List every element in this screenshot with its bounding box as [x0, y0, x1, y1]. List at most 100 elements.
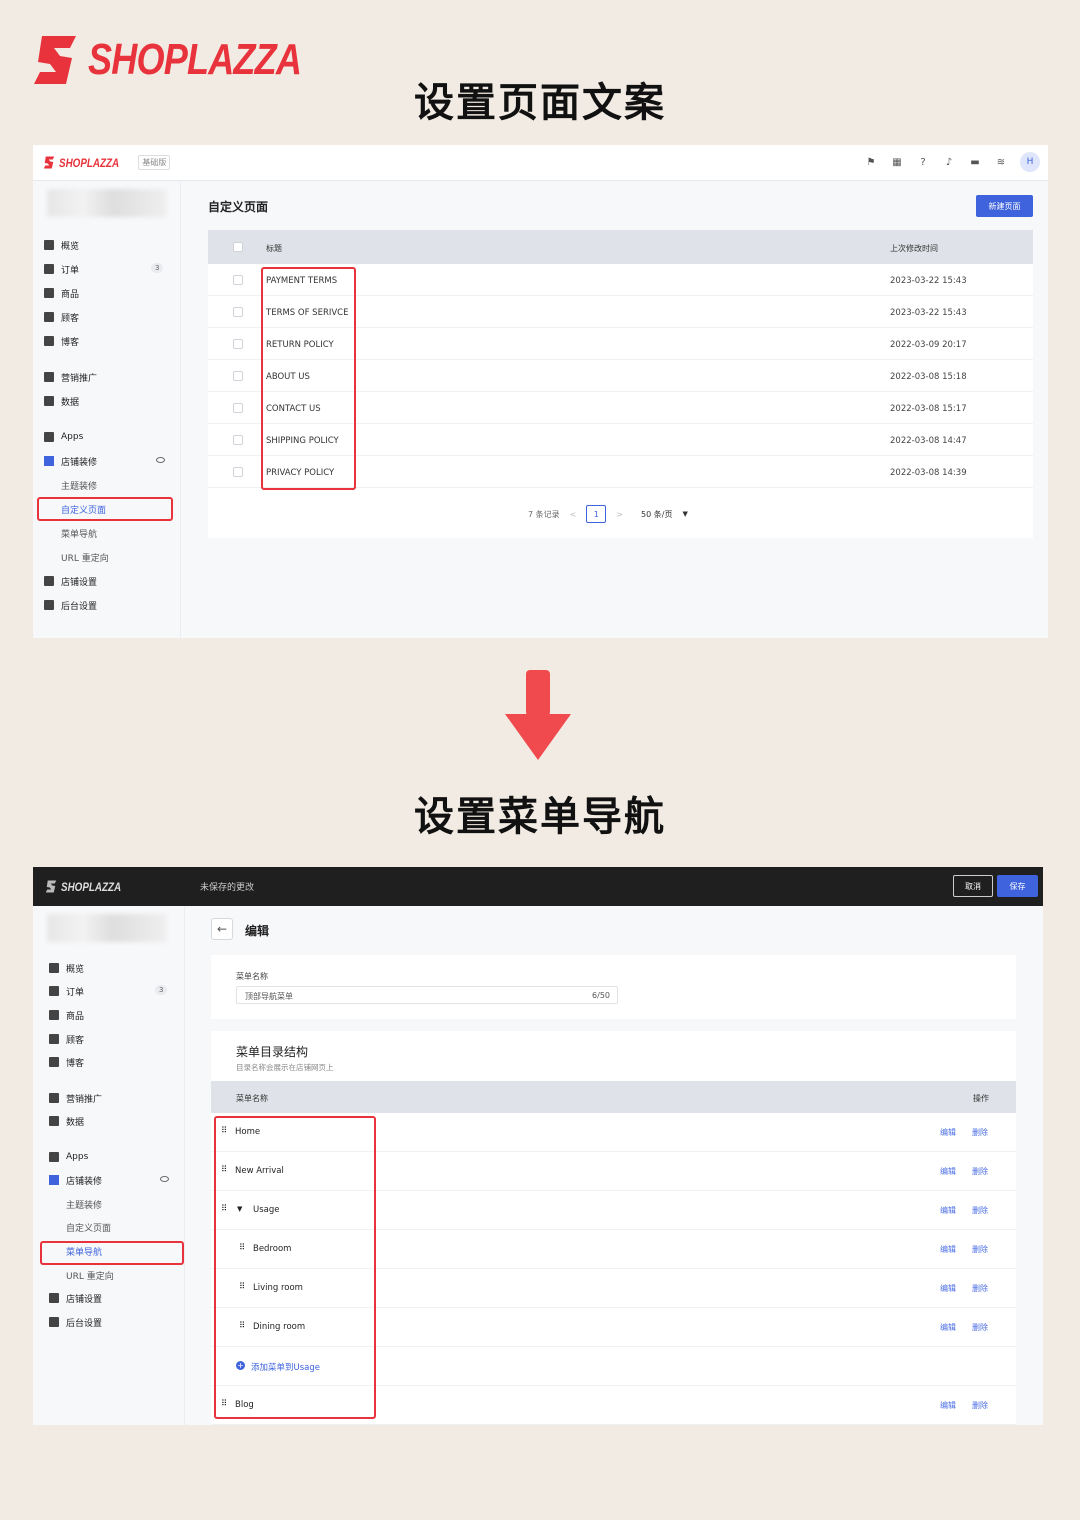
- row-checkbox[interactable]: [233, 435, 243, 445]
- sidebar-item-marketing[interactable]: 营销推广: [49, 1090, 102, 1106]
- eye-icon[interactable]: [160, 1176, 169, 1182]
- order-icon: [44, 264, 54, 274]
- shop-icon: [49, 1175, 59, 1185]
- sidebar-item-shop-design[interactable]: 店铺装修: [44, 453, 97, 469]
- modified-cell: 2022-03-08 15:18: [890, 372, 967, 382]
- delete-link[interactable]: 删除: [972, 1127, 988, 1138]
- tree-title: 菜单目录结构: [236, 1045, 309, 1059]
- store-icon[interactable]: ▦: [890, 155, 904, 169]
- row-checkbox[interactable]: [233, 339, 243, 349]
- prev-page-button[interactable]: <: [570, 510, 577, 519]
- unsaved-changes-text: 未保存的更改: [200, 883, 255, 893]
- orders-count-badge: 3: [155, 985, 168, 995]
- modified-cell: 2022-03-09 20:17: [890, 340, 967, 350]
- sidebar-item-label: 概览: [66, 964, 85, 975]
- sidebar-item-blog[interactable]: 博客: [44, 333, 79, 349]
- save-button[interactable]: 保存: [997, 875, 1038, 897]
- message-icon[interactable]: ▬: [968, 155, 982, 169]
- table-header: 标题 上次修改时间: [208, 230, 1033, 264]
- sidebar-item-label: 自定义页面: [66, 1223, 112, 1234]
- next-page-button[interactable]: >: [616, 510, 623, 519]
- sidebar-item-overview[interactable]: 概览: [49, 960, 84, 976]
- current-page[interactable]: 1: [586, 505, 607, 523]
- sidebar-item-custom-pages[interactable]: 自定义页面: [66, 1219, 111, 1235]
- delete-link[interactable]: 删除: [972, 1322, 988, 1333]
- edit-link[interactable]: 编辑: [940, 1244, 956, 1255]
- delete-link[interactable]: 删除: [972, 1283, 988, 1294]
- edit-title: 编辑: [245, 924, 270, 938]
- store-name-blurred: [47, 914, 167, 942]
- sidebar-item-customers[interactable]: 顾客: [44, 309, 79, 325]
- sidebar-item-shop-settings[interactable]: 店铺设置: [44, 573, 97, 589]
- modified-cell: 2022-03-08 14:47: [890, 436, 967, 446]
- shoplazza-mark-icon: [43, 156, 55, 169]
- flag-icon[interactable]: ⚑: [864, 155, 878, 169]
- sidebar-item-apps[interactable]: Apps: [49, 1149, 88, 1165]
- sidebar-item-admin-settings[interactable]: 后台设置: [44, 597, 97, 613]
- sidebar-item-apps[interactable]: Apps: [44, 429, 83, 445]
- sidebar-item-menu-nav[interactable]: 菜单导航: [61, 525, 97, 541]
- sidebar-item-theme[interactable]: 主题装修: [66, 1196, 102, 1212]
- edit-link[interactable]: 编辑: [940, 1283, 956, 1294]
- wifi-icon[interactable]: ≋: [994, 155, 1008, 169]
- sidebar-item-overview[interactable]: 概览: [44, 237, 79, 253]
- row-checkbox[interactable]: [233, 403, 243, 413]
- avatar[interactable]: H: [1020, 152, 1040, 172]
- page-size-select[interactable]: 50 条/页: [641, 509, 672, 520]
- sidebar-item-theme[interactable]: 主题装修: [61, 477, 97, 493]
- sidebar-item-label: 营销推广: [61, 373, 98, 384]
- back-button[interactable]: ←: [211, 918, 233, 940]
- edit-link[interactable]: 编辑: [940, 1322, 956, 1333]
- delete-link[interactable]: 删除: [972, 1244, 988, 1255]
- custom-pages-screenshot: SHOPLAZZA 基础版 ⚑ ▦ ? ♪ ▬ ≋ H 概览 订单 3 商品 顾…: [33, 145, 1048, 638]
- blog-icon: [44, 336, 54, 346]
- sidebar-item-data[interactable]: 数据: [49, 1113, 84, 1129]
- edit-link[interactable]: 编辑: [940, 1205, 956, 1216]
- sidebar-item-shop-settings[interactable]: 店铺设置: [49, 1290, 102, 1306]
- sidebar-item-blog[interactable]: 博客: [49, 1054, 84, 1070]
- sidebar-item-data[interactable]: 数据: [44, 393, 79, 409]
- page-title: 自定义页面: [208, 200, 269, 214]
- product-icon: [49, 1010, 59, 1020]
- order-icon: [49, 986, 59, 996]
- menu-name-input[interactable]: 顶部导航菜单 6/50: [236, 986, 618, 1004]
- cancel-button[interactable]: 取消: [953, 875, 993, 897]
- sidebar-item-marketing[interactable]: 营销推广: [44, 369, 97, 385]
- row-checkbox[interactable]: [233, 371, 243, 381]
- delete-link[interactable]: 删除: [972, 1400, 988, 1411]
- sidebar-item-label: 营销推广: [66, 1094, 103, 1105]
- marketing-icon: [49, 1093, 59, 1103]
- sidebar-item-orders[interactable]: 订单: [44, 261, 79, 277]
- sidebar-item-url-redirect[interactable]: URL 重定向: [61, 549, 109, 565]
- menu-tree-card: 菜单目录结构 目录名称会展示在店铺网页上 菜单名称 操作 ⠿ Home 编辑 删…: [211, 1031, 1016, 1425]
- edit-link[interactable]: 编辑: [940, 1166, 956, 1177]
- sidebar-item-shop-design[interactable]: 店铺装修: [49, 1172, 102, 1188]
- new-page-button[interactable]: 新建页面: [976, 195, 1033, 217]
- sidebar-item-orders[interactable]: 订单: [49, 983, 84, 999]
- row-checkbox[interactable]: [233, 307, 243, 317]
- sidebar-item-label: 后台设置: [66, 1318, 103, 1329]
- header-modified: 上次修改时间: [890, 244, 938, 253]
- sidebar-item-admin-settings[interactable]: 后台设置: [49, 1314, 102, 1330]
- edit-link[interactable]: 编辑: [940, 1400, 956, 1411]
- chevron-down-icon[interactable]: ▼: [682, 510, 687, 518]
- sidebar-item-url-redirect[interactable]: URL 重定向: [66, 1267, 114, 1283]
- bell-icon[interactable]: ♪: [942, 155, 956, 169]
- admin-icon: [44, 600, 54, 610]
- header-ops: 操作: [973, 1094, 989, 1103]
- titles-highlight-box: [261, 267, 356, 490]
- settings-icon: [44, 576, 54, 586]
- sidebar-item-products[interactable]: 商品: [44, 285, 79, 301]
- row-checkbox[interactable]: [233, 275, 243, 285]
- edit-link[interactable]: 编辑: [940, 1127, 956, 1138]
- select-all-checkbox[interactable]: [233, 242, 243, 252]
- mini-logo: SHOPLAZZA 基础版: [43, 155, 171, 170]
- delete-link[interactable]: 删除: [972, 1205, 988, 1216]
- row-checkbox[interactable]: [233, 467, 243, 477]
- shoplazza-mark-icon: [45, 880, 57, 893]
- sidebar-item-products[interactable]: 商品: [49, 1007, 84, 1023]
- eye-icon[interactable]: [156, 457, 165, 463]
- sidebar-item-customers[interactable]: 顾客: [49, 1031, 84, 1047]
- delete-link[interactable]: 删除: [972, 1166, 988, 1177]
- help-icon[interactable]: ?: [916, 155, 930, 169]
